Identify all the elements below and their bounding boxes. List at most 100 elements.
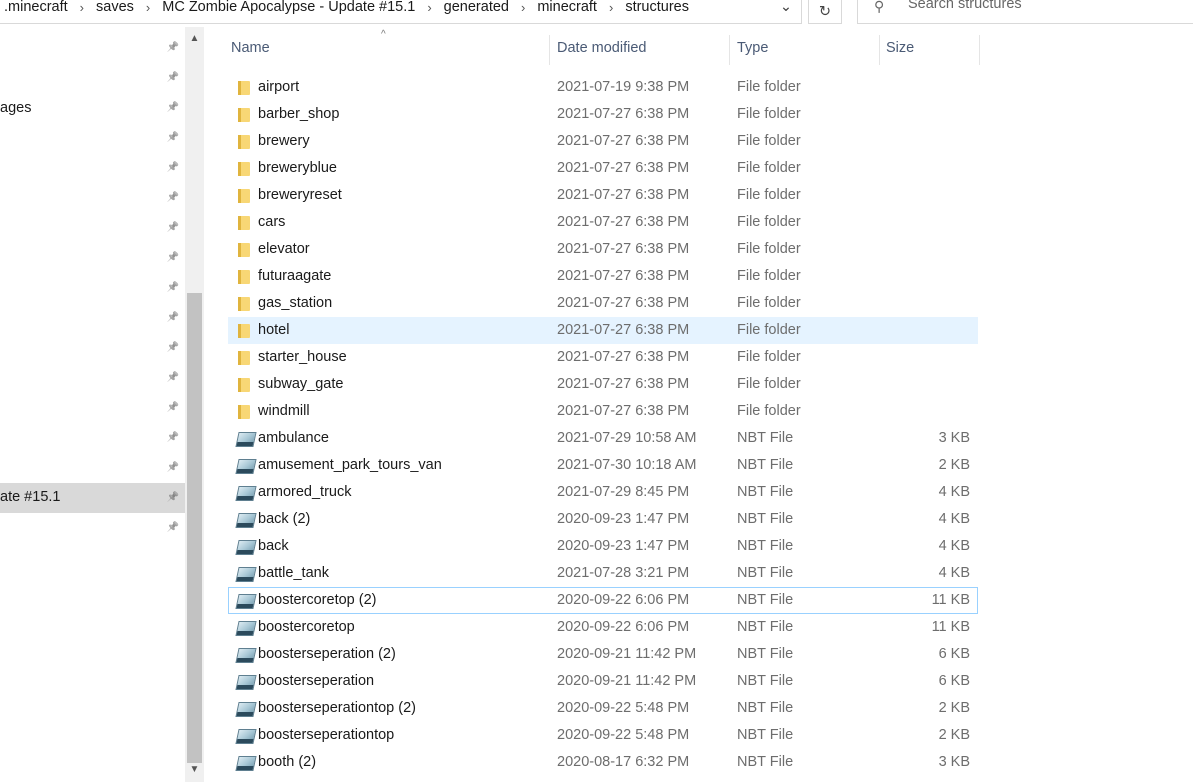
pin-icon[interactable]: 📌 [166, 521, 180, 535]
pin-icon[interactable]: 📌 [166, 431, 180, 445]
file-row[interactable]: boosterseperation 2020-09-21 11:42 PM NBT … [228, 668, 978, 695]
crumb-generated[interactable]: generated [440, 0, 513, 15]
file-row[interactable]: subway_gate 2021-07-27 6:38 PM File folder [228, 371, 978, 398]
file-name[interactable]: windmill [258, 403, 310, 419]
file-name[interactable]: starter_house [258, 349, 347, 365]
file-row[interactable]: boosterseperationtop 2020-09-22 5:48 PM NB… [228, 722, 978, 749]
pin-icon[interactable]: 📌 [166, 191, 180, 205]
file-name[interactable]: boosterseperationtop [258, 727, 394, 743]
file-row[interactable]: windmill 2021-07-27 6:38 PM File folder [228, 398, 978, 425]
file-name[interactable]: amusement_park_tours_van [258, 457, 442, 473]
file-name[interactable]: breweryblue [258, 160, 337, 176]
file-name[interactable]: breweryreset [258, 187, 342, 203]
pin-icon[interactable]: 📌 [166, 71, 180, 85]
file-row[interactable]: hotel 2021-07-27 6:38 PM File folder [228, 317, 978, 344]
file-row[interactable]: battle_tank 2021-07-28 3:21 PM NBT File 4 K… [228, 560, 978, 587]
file-row[interactable]: boostercoretop 2020-09-22 6:06 PM NBT File… [228, 614, 978, 641]
file-name[interactable]: boostercoretop (2) [258, 592, 376, 608]
file-name[interactable]: hotel [258, 322, 289, 338]
file-row[interactable]: back (2) 2020-09-23 1:47 PM NBT File 4 KB [228, 506, 978, 533]
nav-item-selected[interactable]: ate #15.1 [0, 483, 185, 513]
file-name[interactable]: futuraagate [258, 268, 331, 284]
file-name[interactable]: subway_gate [258, 376, 343, 392]
file-row[interactable]: boostercoretop (2) 2020-09-22 6:06 PM NBT … [228, 587, 978, 614]
file-name[interactable]: battle_tank [258, 565, 329, 581]
chevron-right-icon[interactable]: › [72, 0, 92, 15]
file-name[interactable]: ambulance [258, 430, 329, 446]
pin-icon[interactable]: 📌 [166, 41, 180, 55]
crumb-minecraft-ns[interactable]: minecraft [533, 0, 601, 15]
file-row[interactable]: ambulance 2021-07-29 10:58 AM NBT File 3 KB [228, 425, 978, 452]
file-row[interactable]: brewery 2021-07-27 6:38 PM File folder [228, 128, 978, 155]
file-name[interactable]: barber_shop [258, 106, 339, 122]
column-divider[interactable] [879, 35, 880, 65]
scroll-down-arrow-icon[interactable]: ▼ [185, 764, 204, 775]
chevron-right-icon[interactable]: › [419, 0, 439, 15]
pin-icon[interactable]: 📌 [166, 161, 180, 175]
file-name[interactable]: airport [258, 79, 299, 95]
pin-icon[interactable]: 📌 [166, 341, 180, 355]
address-bar[interactable]: .minecraft › saves › MC Zombie Apocalyps… [0, 0, 802, 24]
pin-icon[interactable]: 📌 [166, 311, 180, 325]
column-divider[interactable] [979, 35, 980, 65]
file-row[interactable]: barber_shop 2021-07-27 6:38 PM File folder [228, 101, 978, 128]
file-row[interactable]: back 2020-09-23 1:47 PM NBT File 4 KB [228, 533, 978, 560]
search-input[interactable]: ⚲ Search structures [857, 0, 1193, 24]
pin-icon[interactable]: 📌 [166, 221, 180, 235]
file-row[interactable]: cars 2021-07-27 6:38 PM File folder [228, 209, 978, 236]
file-name[interactable]: armored_truck [258, 484, 351, 500]
chevron-down-icon[interactable]: ⌄ [772, 0, 800, 18]
file-row[interactable]: futuraagate 2021-07-27 6:38 PM File folder [228, 263, 978, 290]
file-name[interactable]: back (2) [258, 511, 310, 527]
crumb-minecraft[interactable]: .minecraft [0, 0, 72, 15]
file-row[interactable]: boosterseperation (2) 2020-09-21 11:42 PM… [228, 641, 978, 668]
scroll-up-arrow-icon[interactable]: ▲ [185, 33, 204, 44]
column-divider[interactable] [549, 35, 550, 65]
pin-icon[interactable]: 📌 [166, 131, 180, 145]
column-divider[interactable] [729, 35, 730, 65]
file-row[interactable]: booth (2) 2020-08-17 6:32 PM NBT File 3 KB [228, 749, 978, 776]
nav-item-label[interactable]: ate #15.1 [0, 489, 60, 505]
scrollbar-thumb[interactable] [187, 293, 202, 763]
file-name[interactable]: gas_station [258, 295, 332, 311]
file-row[interactable]: boosterseperationtop (2) 2020-09-22 5:48 … [228, 695, 978, 722]
crumb-world[interactable]: MC Zombie Apocalypse - Update #15.1 [158, 0, 419, 15]
column-size[interactable]: Size [886, 40, 914, 56]
crumb-structures[interactable]: structures [621, 0, 693, 15]
file-name[interactable]: boosterseperationtop (2) [258, 700, 416, 716]
file-name[interactable]: boosterseperation [258, 673, 374, 689]
file-row[interactable]: elevator 2021-07-27 6:38 PM File folder [228, 236, 978, 263]
pin-icon[interactable]: 📌 [166, 461, 180, 475]
file-name[interactable]: brewery [258, 133, 310, 149]
file-row[interactable]: breweryreset 2021-07-27 6:38 PM File folde… [228, 182, 978, 209]
file-row[interactable]: breweryblue 2021-07-27 6:38 PM File folder [228, 155, 978, 182]
pin-icon[interactable]: 📌 [166, 371, 180, 385]
nav-scrollbar[interactable]: ▲ ▼ [185, 27, 204, 782]
pin-icon[interactable]: 📌 [166, 401, 180, 415]
file-row[interactable]: armored_truck 2021-07-29 8:45 PM NBT File 4… [228, 479, 978, 506]
file-name[interactable]: back [258, 538, 289, 554]
file-name[interactable]: boosterseperation (2) [258, 646, 396, 662]
chevron-right-icon[interactable]: › [513, 0, 533, 15]
file-row[interactable]: gas_station 2021-07-27 6:38 PM File folder [228, 290, 978, 317]
file-name[interactable]: boostercoretop [258, 619, 355, 635]
nav-item-label[interactable]: ages [0, 100, 31, 116]
file-name[interactable]: elevator [258, 241, 310, 257]
pin-icon[interactable]: 📌 [166, 281, 180, 295]
crumb-saves[interactable]: saves [92, 0, 138, 15]
file-size: 3 KB [938, 754, 970, 770]
column-name[interactable]: Name [231, 40, 270, 56]
file-row[interactable]: starter_house 2021-07-27 6:38 PM File fold… [228, 344, 978, 371]
file-row[interactable]: amusement_park_tours_van 2021-07-30 10:18… [228, 452, 978, 479]
file-name[interactable]: booth (2) [258, 754, 316, 770]
column-date-modified[interactable]: Date modified [557, 40, 646, 56]
file-name[interactable]: cars [258, 214, 285, 230]
column-type[interactable]: Type [737, 40, 768, 56]
pin-icon[interactable]: 📌 [166, 101, 180, 115]
pin-icon[interactable]: 📌 [166, 491, 180, 505]
refresh-button[interactable]: ↻ [808, 0, 842, 24]
chevron-right-icon[interactable]: › [601, 0, 621, 15]
pin-icon[interactable]: 📌 [166, 251, 180, 265]
chevron-right-icon[interactable]: › [138, 0, 158, 15]
file-row[interactable]: airport 2021-07-19 9:38 PM File folder [228, 74, 978, 101]
